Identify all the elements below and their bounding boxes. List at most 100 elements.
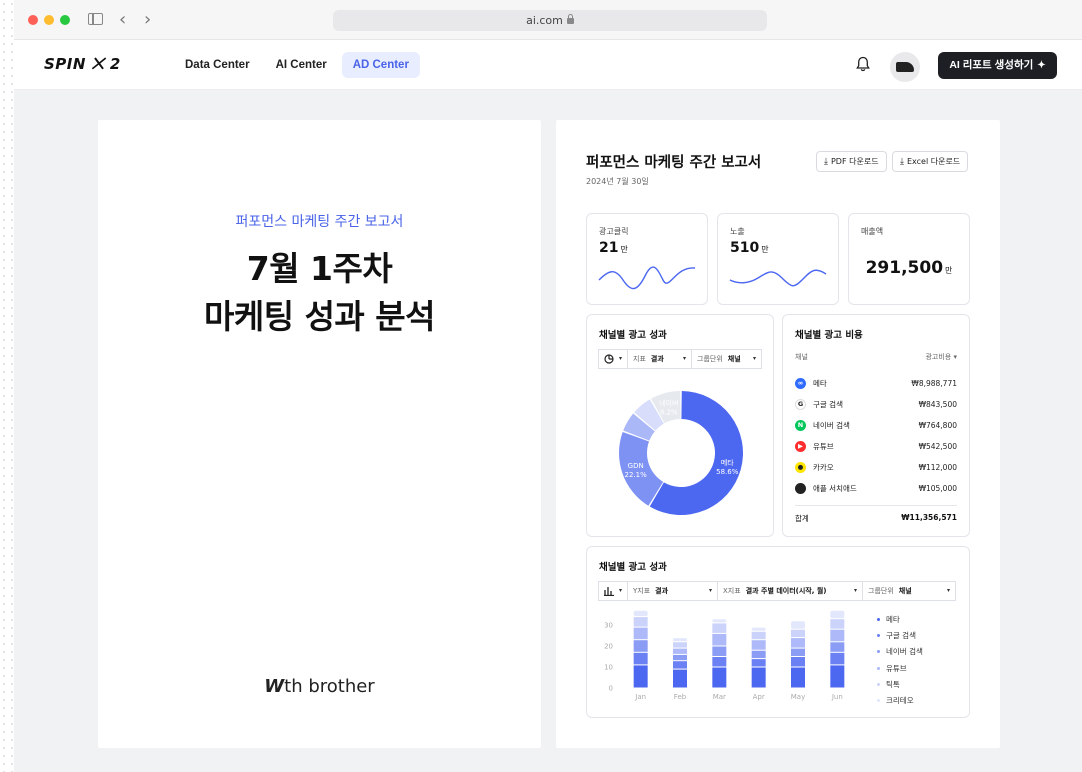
channel-logo-icon: ∞ <box>795 377 806 389</box>
bar-segment[interactable] <box>751 640 766 650</box>
cost-table-row: 애플 서치애드 ₩105,000 <box>795 481 957 495</box>
group-select[interactable]: 그룹단위 채널 ▾ <box>862 581 956 601</box>
bar-segment[interactable] <box>712 667 727 688</box>
bar-segment[interactable] <box>673 661 687 669</box>
chart-type-select[interactable]: ▾ <box>598 349 628 369</box>
sidebar-toggle-icon[interactable] <box>88 13 103 25</box>
bar-segment[interactable] <box>830 665 845 688</box>
channel-name: 네이버 검색 <box>813 420 850 430</box>
legend-item[interactable]: 구글 검색 <box>877 627 923 643</box>
bar-segment[interactable] <box>751 650 766 659</box>
tab-data-center[interactable]: Data Center <box>174 52 261 78</box>
avatar[interactable] <box>890 52 920 82</box>
bar-segment[interactable] <box>791 629 805 638</box>
channel-performance-donut-card: 채널별 광고 성과 ▾ 지표 결과 ▾ 그룹단위 채널 ▾ 메타 58.6% GDN 22.1… <box>586 314 774 537</box>
total-label: 합계 <box>795 514 809 523</box>
cover-title-line-2: 마케팅 성과 분석 <box>204 297 436 336</box>
bar-segment[interactable] <box>751 627 766 631</box>
bar-segment[interactable] <box>830 619 845 629</box>
bar-segment[interactable] <box>791 648 805 656</box>
card-title: 채널별 광고 성과 <box>599 330 667 341</box>
bar-segment[interactable] <box>673 654 687 661</box>
x-tick-label: Apr <box>753 693 765 701</box>
channel-name: 메타 <box>813 378 827 388</box>
legend-item[interactable]: 네이버 검색 <box>877 644 923 660</box>
bar-segment[interactable] <box>633 610 648 617</box>
legend-item[interactable]: 메타 <box>877 611 923 627</box>
legend-item[interactable]: 틱톡 <box>877 676 923 692</box>
ai-report-button[interactable]: AI 리포트 생성하기 ✦ <box>938 52 1057 79</box>
legend-label: 틱톡 <box>886 679 900 689</box>
chart-legend: 메타 구글 검색 네이버 검색 유튜브틱톡크리테오 <box>877 611 923 709</box>
maximize-window-button[interactable] <box>60 15 70 25</box>
bar-segment[interactable] <box>633 640 648 652</box>
bar-segment[interactable] <box>830 610 845 619</box>
brand-logo-icon <box>896 62 914 72</box>
channel-cost: ₩542,500 <box>918 441 957 451</box>
excel-download-button[interactable]: ⤓ Excel 다운로드 <box>892 151 969 172</box>
channel-cost: ₩112,000 <box>918 462 957 472</box>
group-select-text: 그룹단위 채널 <box>868 582 912 600</box>
bar-segment[interactable] <box>830 629 845 642</box>
tab-ad-center[interactable]: AD Center <box>341 52 420 78</box>
y-metric-select[interactable]: Y지표 결과 ▾ <box>627 581 718 601</box>
bar-segment[interactable] <box>712 646 727 657</box>
kpi-sparkline <box>729 269 827 287</box>
x-tick-label: May <box>791 693 805 701</box>
channel-cost: ₩8,988,771 <box>911 378 957 388</box>
legend-item[interactable]: 유튜브 <box>877 660 923 676</box>
bar-segment[interactable] <box>791 657 805 667</box>
address-bar[interactable]: ai.com <box>333 10 767 31</box>
forward-arrow-icon[interactable]: › <box>144 9 151 30</box>
x-metric-select[interactable]: X지표 결과 주별 데이터(시작, 월) ▾ <box>717 581 863 601</box>
bar-segment[interactable] <box>673 638 687 642</box>
bar-segment[interactable] <box>712 633 727 646</box>
donut-slice-percent: 58.6% <box>716 468 739 476</box>
bar-segment[interactable] <box>791 621 805 629</box>
bar-segment[interactable] <box>712 619 727 623</box>
bar-segment[interactable] <box>791 667 805 688</box>
pdf-download-button[interactable]: ⤓ PDF 다운로드 <box>816 151 887 172</box>
metric-select[interactable]: 지표 결과 ▾ <box>627 349 692 369</box>
col-cost-sort[interactable]: 광고비용 ▾ <box>925 352 957 362</box>
report-date: 2024년 7월 30일 <box>586 177 649 186</box>
bar-segment[interactable] <box>673 669 687 688</box>
group-label: 그룹단위 <box>697 355 723 363</box>
bell-icon[interactable] <box>856 56 870 72</box>
caret-down-icon: ▾ <box>618 355 622 362</box>
caret-down-icon: ▾ <box>752 355 756 362</box>
x-metric-value: 결과 주별 데이터(시작, 월) <box>745 587 827 595</box>
browser-window: ‹ › ai.com SPIN ⨉ 2 Data Center AI Cente… <box>14 0 1082 772</box>
minimize-window-button[interactable] <box>44 15 54 25</box>
x-tick-label: Jan <box>634 693 646 701</box>
bar-segment[interactable] <box>751 659 766 667</box>
bar-segment[interactable] <box>633 627 648 640</box>
bar-segment[interactable] <box>751 631 766 640</box>
bar-segment[interactable] <box>791 638 805 648</box>
bar-segment[interactable] <box>633 652 648 665</box>
chart-type-select[interactable]: ▾ <box>598 581 628 601</box>
legend-item[interactable]: 크리테오 <box>877 692 923 708</box>
y-tick-label: 10 <box>604 664 613 672</box>
bar-segment[interactable] <box>751 667 766 688</box>
bar-segment[interactable] <box>712 623 727 633</box>
tab-ai-center[interactable]: AI Center <box>265 52 338 78</box>
kpi-unit: 만 <box>620 245 628 254</box>
channel-cost-card: 채널별 광고 비용 채널 광고비용 ▾ ∞ 메타 ₩8,988,771 G 구글 검색 ₩… <box>782 314 970 537</box>
bar-segment[interactable] <box>633 665 648 688</box>
group-select[interactable]: 그룹단위 채널 ▾ <box>691 349 762 369</box>
bar-segment[interactable] <box>633 617 648 627</box>
cost-total-row: 합계 ₩11,356,571 <box>795 505 957 524</box>
metric-label: 지표 <box>633 355 646 363</box>
app-logo[interactable]: SPIN ⨉ 2 <box>44 55 121 73</box>
donut-slice-label: 메타 <box>721 458 734 467</box>
bar-segment[interactable] <box>712 657 727 667</box>
kpi-sparkline <box>598 266 696 290</box>
bar-segment[interactable] <box>673 648 687 654</box>
close-window-button[interactable] <box>28 15 38 25</box>
bar-segment[interactable] <box>830 642 845 652</box>
back-arrow-icon[interactable]: ‹ <box>119 9 126 30</box>
bar-segment[interactable] <box>673 642 687 648</box>
donut-slice-percent: 8.2% <box>660 409 678 417</box>
bar-segment[interactable] <box>830 652 845 665</box>
